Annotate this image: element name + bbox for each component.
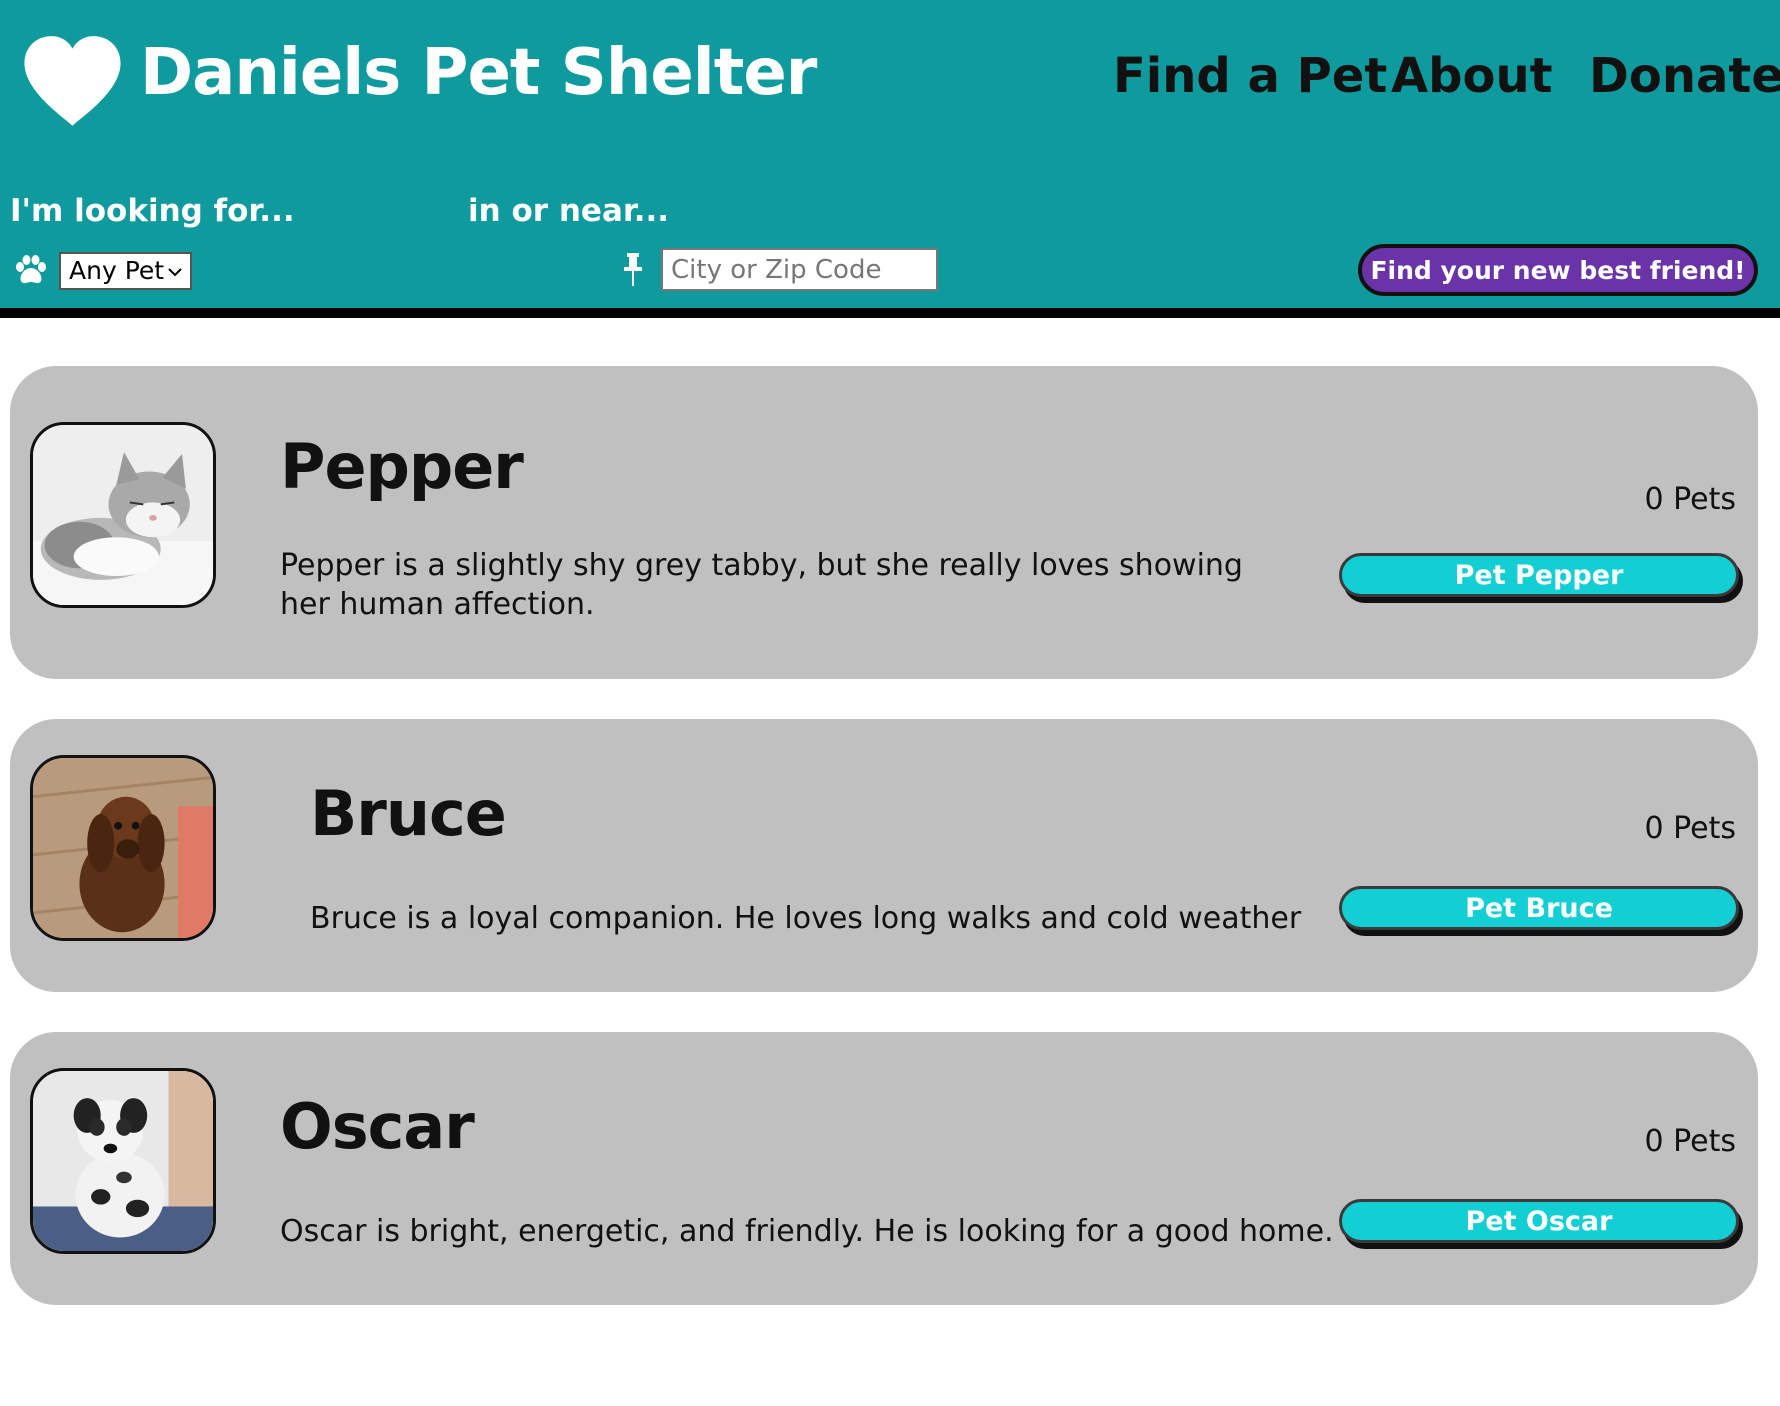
pet-card-bruce: Bruce Bruce is a loyal companion. He lov… bbox=[10, 719, 1758, 992]
location-input[interactable] bbox=[661, 248, 938, 291]
pet-count: 0 Pets bbox=[1644, 482, 1737, 517]
pet-name: Bruce bbox=[310, 777, 507, 850]
pet-description: Bruce is a loyal companion. He loves lon… bbox=[310, 901, 1302, 936]
pushpin-icon bbox=[624, 253, 642, 286]
pet-photo-bruce bbox=[30, 755, 216, 941]
pet-type-select[interactable]: Any Pet bbox=[59, 252, 192, 290]
heart-icon[interactable] bbox=[20, 34, 125, 128]
site-title[interactable]: Daniels Pet Shelter bbox=[140, 36, 817, 110]
pet-photo-pepper bbox=[30, 422, 216, 608]
pet-bruce-button[interactable]: Pet Bruce bbox=[1339, 886, 1739, 930]
pet-name: Pepper bbox=[280, 430, 524, 503]
pet-name: Oscar bbox=[280, 1090, 475, 1163]
pet-photo-oscar bbox=[30, 1068, 216, 1254]
pet-count: 0 Pets bbox=[1644, 1124, 1737, 1159]
pet-count: 0 Pets bbox=[1644, 811, 1737, 846]
pet-type-value: Any Pet bbox=[69, 256, 165, 285]
site-header: Daniels Pet Shelter Find a Pet About Don… bbox=[0, 0, 1780, 318]
nav-about[interactable]: About bbox=[1391, 48, 1553, 104]
dog-photo-icon bbox=[33, 758, 213, 938]
pet-card-pepper: Pepper Pepper is a slightly shy grey tab… bbox=[10, 366, 1758, 679]
in-or-near-label: in or near... bbox=[468, 193, 670, 229]
looking-for-label: I'm looking for... bbox=[10, 193, 295, 229]
paw-icon bbox=[16, 255, 46, 284]
nav-donate[interactable]: Donate bbox=[1589, 48, 1780, 104]
pet-description: Oscar is bright, energetic, and friendly… bbox=[280, 1214, 1334, 1249]
pet-description: Pepper is a slightly shy grey tabby, but… bbox=[280, 548, 1243, 622]
puppy-photo-icon bbox=[33, 1071, 213, 1251]
pet-card-oscar: Oscar Oscar is bright, energetic, and fr… bbox=[10, 1032, 1758, 1305]
cat-photo-icon bbox=[33, 425, 213, 605]
pet-oscar-button[interactable]: Pet Oscar bbox=[1339, 1199, 1739, 1243]
find-best-friend-button[interactable]: Find your new best friend! bbox=[1358, 244, 1758, 296]
nav-find-a-pet[interactable]: Find a Pet bbox=[1113, 48, 1387, 104]
chevron-down-icon bbox=[168, 268, 182, 277]
pet-pepper-button[interactable]: Pet Pepper bbox=[1339, 553, 1739, 597]
